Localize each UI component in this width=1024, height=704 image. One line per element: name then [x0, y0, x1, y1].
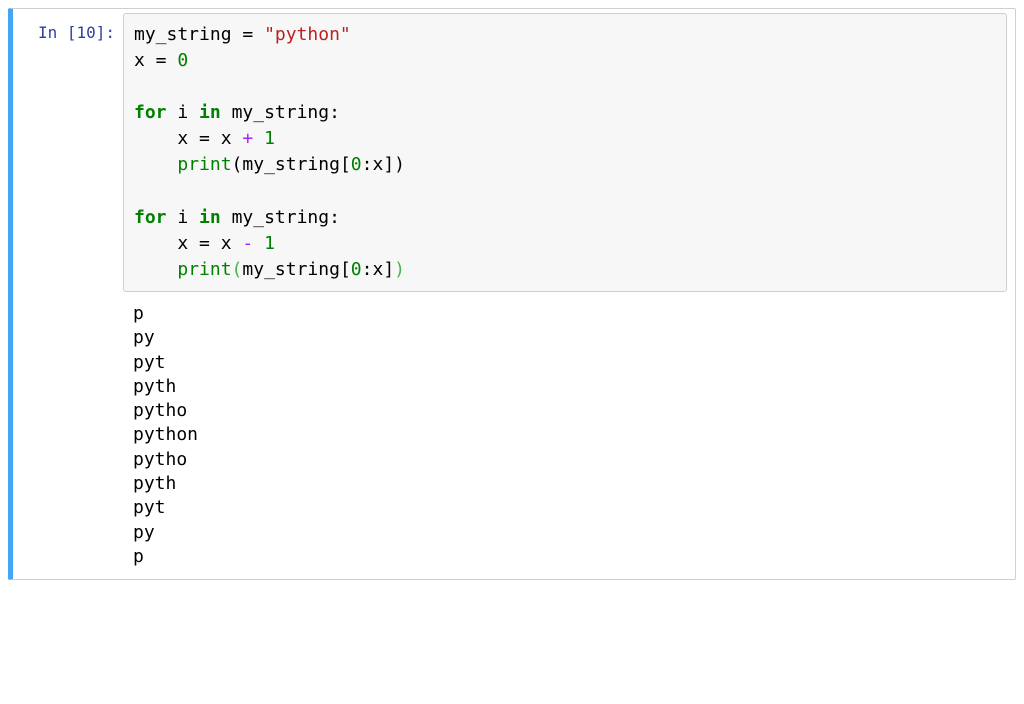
token-keyword: for [134, 102, 167, 123]
token-var: x [177, 128, 188, 149]
output-line: py [133, 327, 155, 348]
token-var: my_string [232, 102, 330, 123]
token-space [221, 207, 232, 228]
token-var: x [221, 128, 232, 149]
token-punc: ( [232, 154, 243, 175]
token-space [232, 128, 243, 149]
code-output: p py pyt pyth pytho python pytho pyth py… [123, 292, 1007, 575]
code-line-2: x = 0 [134, 50, 188, 71]
code-line-5: x = x + 1 [134, 128, 275, 149]
token-punc: ] [383, 259, 394, 280]
code-line-1: my_string = "python" [134, 24, 351, 45]
token-indent [134, 154, 177, 175]
token-space [167, 207, 178, 228]
token-var: my_string [242, 154, 340, 175]
token-operator: - [242, 233, 253, 254]
token-builtin: print [177, 259, 231, 280]
token-space [188, 102, 199, 123]
token-punc: [ [340, 259, 351, 280]
code-line-10: print(my_string[0:x]) [134, 259, 405, 280]
token-space [221, 102, 232, 123]
token-assign: = [188, 128, 221, 149]
token-var: i [177, 207, 188, 228]
code-input[interactable]: my_string = "python" x = 0 for i in my_s… [123, 13, 1007, 292]
token-paren-highlight: ( [232, 259, 243, 280]
token-var: x [372, 154, 383, 175]
token-number: 0 [177, 50, 188, 71]
notebook-cell: In [10]: my_string = "python" x = 0 for … [8, 8, 1016, 580]
token-var: my_string [134, 24, 232, 45]
token-space [167, 102, 178, 123]
output-line: pyt [133, 352, 166, 373]
token-space [232, 233, 243, 254]
token-operator: + [242, 128, 253, 149]
token-paren-highlight: ) [394, 259, 405, 280]
token-var: x [372, 259, 383, 280]
token-var: my_string [232, 207, 330, 228]
token-punc: : [329, 102, 340, 123]
output-line: pytho [133, 400, 187, 421]
prompt-area: In [10]: [13, 13, 123, 575]
token-punc: : [362, 259, 373, 280]
token-var: x [134, 50, 145, 71]
token-space [253, 128, 264, 149]
token-var: x [177, 233, 188, 254]
token-assign: = [188, 233, 221, 254]
output-line: pyt [133, 497, 166, 518]
code-line-8: for i in my_string: [134, 207, 340, 228]
token-keyword: in [199, 207, 221, 228]
token-space [188, 207, 199, 228]
token-assign: = [145, 50, 178, 71]
token-var: my_string [242, 259, 340, 280]
token-assign: = [232, 24, 265, 45]
output-line: pyth [133, 473, 176, 494]
prompt-label: In [10]: [38, 23, 115, 42]
token-var: i [177, 102, 188, 123]
token-indent [134, 128, 177, 149]
token-number: 1 [264, 128, 275, 149]
token-number: 1 [264, 233, 275, 254]
output-line: p [133, 546, 144, 567]
cell-content: my_string = "python" x = 0 for i in my_s… [123, 13, 1015, 575]
code-line-9: x = x - 1 [134, 233, 275, 254]
output-line: pyth [133, 376, 176, 397]
token-punc: : [362, 154, 373, 175]
token-string: "python" [264, 24, 351, 45]
token-keyword: for [134, 207, 167, 228]
output-line: py [133, 522, 155, 543]
token-punc: ] [383, 154, 394, 175]
token-keyword: in [199, 102, 221, 123]
token-number: 0 [351, 154, 362, 175]
token-punc: ) [394, 154, 405, 175]
output-line: pytho [133, 449, 187, 470]
code-line-6: print(my_string[0:x]) [134, 154, 405, 175]
code-line-4: for i in my_string: [134, 102, 340, 123]
token-builtin: print [177, 154, 231, 175]
output-line: p [133, 303, 144, 324]
token-punc: : [329, 207, 340, 228]
output-line: python [133, 424, 198, 445]
token-space [253, 233, 264, 254]
token-indent [134, 233, 177, 254]
token-number: 0 [351, 259, 362, 280]
token-punc: [ [340, 154, 351, 175]
token-var: x [221, 233, 232, 254]
token-indent [134, 259, 177, 280]
